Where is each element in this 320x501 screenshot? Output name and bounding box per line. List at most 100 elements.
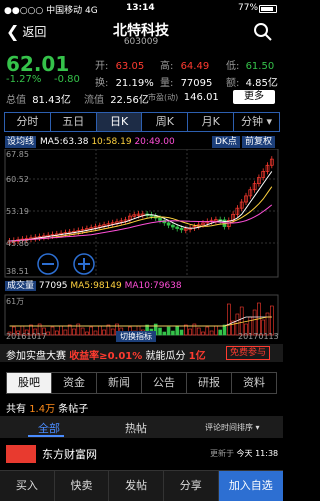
amount-label: 额: [226,78,240,89]
back-label: 返回 [22,25,47,39]
zoom-in-icon [73,253,95,275]
tab-funds[interactable]: 资金 [52,373,97,393]
volume-bar [171,330,175,336]
quote-panel: 62.01 -1.27% -0.80 开: 63.05 高: 64.49 低: … [0,50,283,106]
tab-news[interactable]: 新闻 [97,373,142,393]
carrier-label: ●●○○○ 中国移动 4G [4,6,98,16]
period-tabs: 分时 五日 日K 周K 月K 分钟 ▾ [4,112,280,132]
candle-group [7,156,274,246]
tab-minute[interactable]: 分钟 ▾ [234,113,279,131]
volume-bar [93,330,98,336]
bottom-action-bar: 买入 快卖 发帖 分享 加入自选 [0,470,284,501]
share-button[interactable]: 分享 [164,471,219,501]
update-label: 更新于 [210,449,234,458]
dk-button[interactable]: DK点 [212,136,240,148]
ma20-label: 20:49.00 [134,137,175,147]
switch-indicator-button[interactable]: 切换指标 [116,331,156,342]
volume-value: 77095 [180,78,213,89]
volume-bar [269,305,274,336]
volume-bar [72,328,76,336]
open-value: 63.05 [115,61,145,72]
candle-body [158,217,162,221]
promo-banner[interactable]: 参加实盘大赛 收益率≥0.01% 就能瓜分 1亿 免费参与 [0,344,283,362]
ma10-label: 10:58.19 [91,137,132,147]
low-label: 低: [226,61,240,72]
back-button[interactable]: ❮ 返回 [6,23,46,40]
volume-bar [218,329,222,336]
add-watchlist-button[interactable]: 加入自选 [218,471,284,501]
totalcap-value: 81.43亿 [32,95,71,106]
tab-reports[interactable]: 研报 [187,373,232,393]
volume-bar [98,325,102,336]
y-tick-label: 45.86 [6,239,29,248]
posts-count: 共有 1.4万 条帖子 [0,398,283,415]
volume-bar [196,327,201,336]
buy-button[interactable]: 买入 [0,471,55,501]
volume-bar [175,325,179,336]
volume-bar [106,324,111,336]
nav-bar: ❮ 返回 北特科技 603009 [0,16,283,50]
volume-ma10: MA10:79638 [124,281,182,291]
candle-body [179,227,184,231]
tab-five-day[interactable]: 五日 [51,113,97,131]
volume-bar [89,326,93,336]
tab-announcements[interactable]: 公告 [142,373,187,393]
y-tick-label: 38.51 [6,267,29,276]
volume-ma10-line [9,316,272,327]
tab-all-posts[interactable]: 全部 [38,420,60,436]
more-button[interactable]: 更多 [233,90,275,104]
tab-weekly-k[interactable]: 周K [142,113,189,131]
news-item[interactable]: 东方财富网 更新于 今天 11:38 [0,442,283,466]
change-pct: -1.27% [6,74,42,85]
ma5-line [9,171,273,242]
turnover-value: 21.19% [115,78,154,89]
ma-setting-button[interactable]: 设均线 [5,136,37,148]
volume-bar [184,324,188,336]
adjust-button[interactable]: 前复权 [242,136,276,148]
amount-value: 4.85亿 [245,78,278,89]
x-start-label: 20161017 [6,332,47,341]
candle-body [175,226,180,229]
volume-bar [214,325,218,336]
high-label: 高: [160,61,174,72]
kline-chart[interactable]: 设均线 MA5:63.38 10:58.19 20:49.00 DK点 前复权 [0,133,283,343]
volume-bar [227,303,231,336]
posts-suffix: 条帖子 [58,404,89,415]
chevron-left-icon: ❮ [6,21,20,41]
tab-hot-posts[interactable]: 热帖 [125,420,147,436]
volume-bar [54,330,59,336]
tab-daily-k[interactable]: 日K [96,113,143,131]
volume-bar [162,331,167,336]
change-value: -0.80 [54,74,80,85]
volume-indicator-button[interactable]: 成交量 [5,281,37,291]
low-value: 61.50 [245,61,275,72]
sort-dropdown[interactable]: 评论时间排序 ▾ [205,422,260,433]
high-value: 64.49 [180,61,210,72]
battery-icon [259,5,277,13]
volume-bar [209,330,214,336]
y-tick-label: 67.85 [6,150,29,159]
quick-sell-button[interactable]: 快卖 [55,471,110,501]
tab-profile[interactable]: 资料 [232,373,276,393]
free-join-button[interactable]: 免费参与 [226,346,271,360]
volume-bar [222,324,227,336]
tab-monthly-k[interactable]: 月K [188,113,235,131]
volume-bar [166,326,171,336]
ma20-line [9,204,273,242]
posts-count-value: 1.4万 [29,404,56,415]
tab-forum[interactable]: 股吧 [7,373,52,393]
news-source: 东方财富网 [42,448,97,461]
tab-intraday[interactable]: 分时 [5,113,51,131]
post-button[interactable]: 发帖 [109,471,164,501]
volume-bar [102,329,106,336]
ma5-label: MA5:63.38 [40,137,89,147]
battery-label: 77% [238,3,259,13]
volume-bar [239,306,244,336]
volume-bar [80,327,85,336]
volume-current: 77095 [38,281,68,291]
volume-ma5: MA5:98149 [70,281,122,291]
posts-prefix: 共有 [6,404,26,415]
search-icon[interactable] [253,22,273,42]
open-label: 开: [95,61,109,72]
current-price: 62.01 [6,52,70,76]
